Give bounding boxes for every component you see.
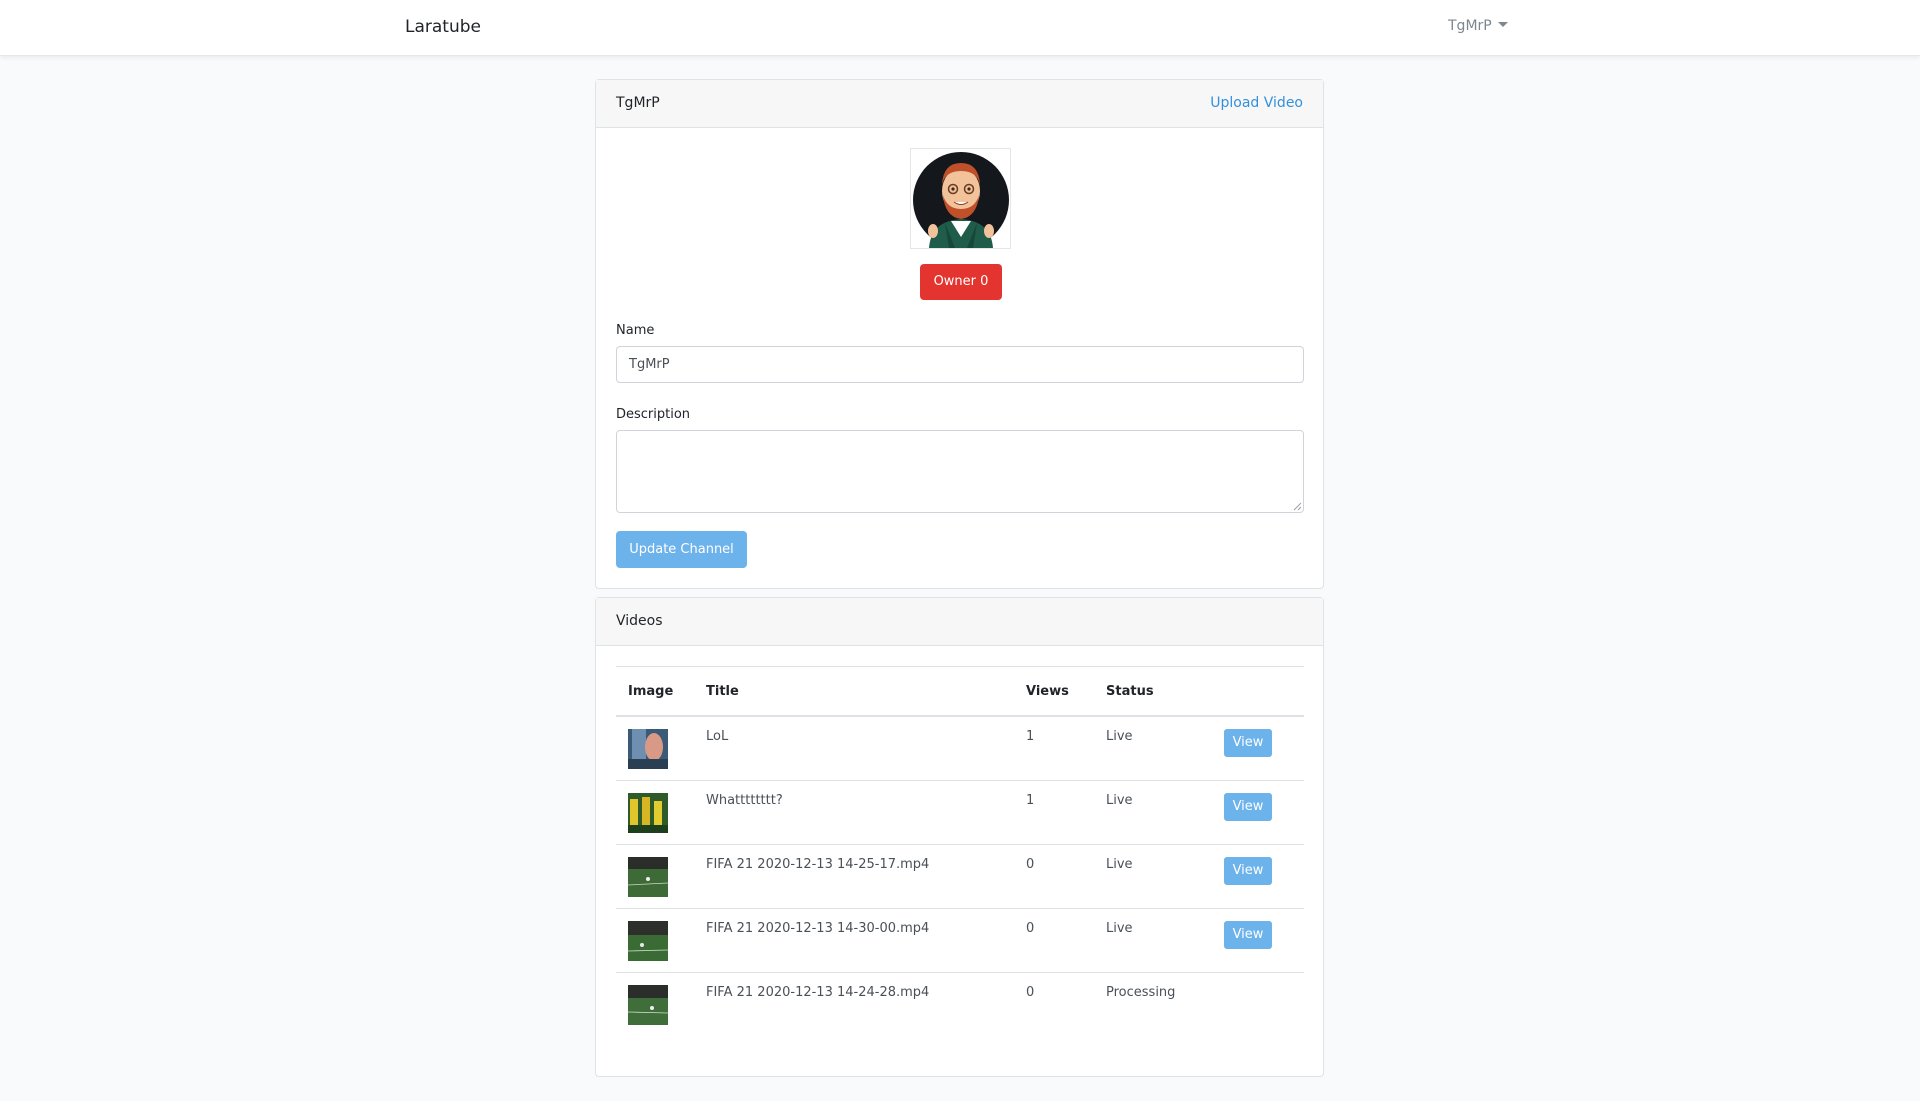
videos-title: Videos (616, 613, 663, 629)
name-label: Name (616, 323, 655, 338)
video-views: 1 (1026, 729, 1035, 744)
top-navbar: Laratube TgMrP (0, 0, 1920, 56)
avatar-image (913, 152, 1009, 248)
brand-link[interactable]: Laratube (405, 17, 481, 37)
view-video-button[interactable]: View (1224, 792, 1272, 821)
table-row: LoL 1 Live View (616, 716, 1304, 780)
video-title: FIFA 21 2020-12-13 14-25-17.mp4 (694, 843, 1014, 908)
actions-cell: View (1212, 907, 1304, 972)
videos-card: Videos Image Title Views Status LoL 1 Li… (595, 597, 1324, 1077)
video-status: Live (1106, 729, 1133, 744)
channel-card-header: TgMrP Upload Video (596, 80, 1323, 128)
caret-down-icon (1497, 22, 1508, 27)
video-views: 1 (1014, 779, 1094, 844)
video-views: 0 (1014, 843, 1094, 908)
user-dropdown[interactable]: TgMrP (1448, 18, 1508, 34)
thumbnail-cell (616, 779, 694, 844)
channel-avatar[interactable] (910, 148, 1011, 249)
videos-table: Image Title Views Status LoL 1 Live View… (616, 666, 1304, 1036)
table-row: Whatttttttt? 1 Live View (616, 779, 1304, 844)
user-dropdown-label: TgMrP (1448, 18, 1492, 34)
video-status: Live (1094, 779, 1212, 844)
resize-handle-icon[interactable] (1293, 502, 1302, 511)
channel-card-body: Owner 0 Name TgMrP Description Update Ch… (596, 128, 1323, 588)
video-thumbnail[interactable] (628, 792, 668, 833)
video-views: 0 (1014, 907, 1094, 972)
video-thumbnail[interactable] (628, 984, 668, 1025)
actions-cell: View (1212, 716, 1304, 780)
table-row: FIFA 21 2020-12-13 14-24-28.mp4 0 Proces… (616, 971, 1304, 1036)
video-thumbnail[interactable] (628, 729, 668, 769)
description-textarea[interactable] (616, 430, 1304, 513)
video-status: Live (1094, 907, 1212, 972)
name-input[interactable]: TgMrP (616, 346, 1304, 383)
thumbnail-cell (616, 907, 694, 972)
channel-card: TgMrP Upload Video Owner 0 Name TgMrP De… (595, 79, 1324, 589)
table-header-row: Image Title Views Status (616, 666, 1304, 717)
view-video-button[interactable]: View (1224, 920, 1272, 949)
thumbnail-cell (616, 716, 694, 780)
actions-cell (1212, 971, 1304, 1036)
video-thumbnail[interactable] (628, 920, 668, 961)
table-row: FIFA 21 2020-12-13 14-25-17.mp4 0 Live V… (616, 843, 1304, 908)
channel-title: TgMrP (616, 95, 660, 111)
thumbnail-cell (616, 971, 694, 1036)
update-channel-button[interactable]: Update Channel (616, 531, 747, 568)
video-views: 0 (1014, 971, 1094, 1036)
owner-badge-button[interactable]: Owner 0 (920, 264, 1002, 300)
thumbnail-cell (616, 843, 694, 908)
video-title: FIFA 21 2020-12-13 14-30-00.mp4 (694, 907, 1014, 972)
column-header-title: Title (694, 666, 1014, 717)
video-status: Processing (1094, 971, 1212, 1036)
video-title: FIFA 21 2020-12-13 14-24-28.mp4 (694, 971, 1014, 1036)
video-status: Live (1094, 843, 1212, 908)
table-row: FIFA 21 2020-12-13 14-30-00.mp4 0 Live V… (616, 907, 1304, 972)
view-video-button[interactable]: View (1224, 856, 1272, 885)
video-title: Whatttttttt? (694, 779, 1014, 844)
video-thumbnail[interactable] (628, 856, 668, 897)
actions-cell: View (1212, 843, 1304, 908)
view-video-button[interactable]: View (1224, 729, 1272, 757)
column-header-views: Views (1014, 666, 1094, 717)
column-header-actions (1212, 666, 1304, 717)
description-label: Description (616, 407, 691, 422)
actions-cell: View (1212, 779, 1304, 844)
videos-card-header: Videos (596, 598, 1323, 646)
video-title: LoL (706, 729, 729, 744)
column-header-status: Status (1094, 666, 1212, 717)
upload-video-link[interactable]: Upload Video (1210, 95, 1303, 111)
column-header-image: Image (616, 666, 694, 717)
